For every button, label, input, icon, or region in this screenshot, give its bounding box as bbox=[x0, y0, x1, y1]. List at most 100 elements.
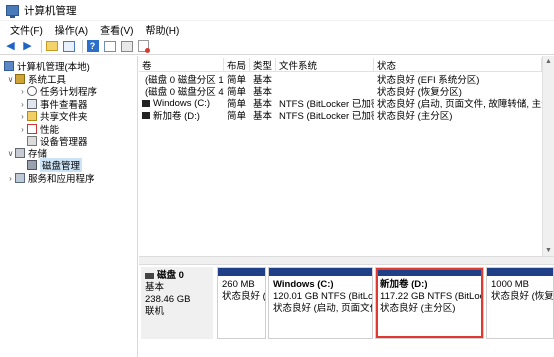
expand-chevron-icon[interactable]: › bbox=[18, 100, 27, 109]
menu-action[interactable]: 操作(A) bbox=[51, 22, 96, 37]
disk-info-panel[interactable]: 磁盘 0 基本 238.46 GB 联机 bbox=[141, 267, 213, 339]
cell-status: 状态良好 (主分区) bbox=[377, 111, 453, 121]
expand-chevron-icon[interactable]: › bbox=[6, 174, 15, 183]
performance-icon bbox=[27, 124, 37, 134]
window-title: 计算机管理 bbox=[24, 4, 77, 17]
cell-layout: 简单 bbox=[227, 99, 247, 109]
shared-folder-icon bbox=[27, 111, 37, 121]
cell-filesystem bbox=[276, 73, 374, 85]
tree-item-root[interactable]: 计算机管理(本地) bbox=[4, 60, 90, 73]
services-icon bbox=[15, 173, 25, 183]
tree-item-shared-folders[interactable]: › 共享文件夹 bbox=[18, 110, 88, 123]
cell-status: 状态良好 (启动, 页面文件, 故障转储, 主分区) bbox=[377, 99, 542, 109]
cell-volume-text: (磁盘 0 磁盘分区 4) bbox=[145, 87, 224, 97]
cell-volume: Windows (C:) bbox=[139, 97, 224, 109]
partition-title: Windows (C:) bbox=[273, 279, 334, 290]
partition-bar bbox=[269, 268, 372, 276]
tree-item-label: 服务和应用程序 bbox=[28, 174, 95, 185]
tree-item-label: 设备管理器 bbox=[40, 137, 88, 148]
volume-table: 卷 布局 类型 文件系统 状态 (磁盘 0 磁盘分区 1) 简单 基本 状态良好… bbox=[139, 56, 542, 256]
partition-windows-c[interactable]: Windows (C:) 120.01 GB NTFS (BitLocke 状态… bbox=[268, 267, 373, 339]
menu-file[interactable]: 文件(F) bbox=[6, 22, 51, 37]
table-row[interactable]: Windows (C:) 简单 基本 NTFS (BitLocker 已加密) … bbox=[139, 97, 542, 109]
tree-item-task-scheduler[interactable]: › 任务计划程序 bbox=[18, 85, 98, 98]
cell-layout: 简单 bbox=[227, 87, 247, 97]
vertical-scrollbar[interactable]: ▲ ▼ bbox=[542, 56, 554, 256]
folder-up-icon[interactable] bbox=[45, 40, 58, 53]
partition-efi[interactable]: 260 MB 状态良好 ( bbox=[217, 267, 266, 339]
collapse-chevron-icon[interactable]: ∨ bbox=[6, 75, 15, 84]
cell-status: 状态良好 (EFI 系统分区) bbox=[377, 75, 480, 85]
cell-volume-text: Windows (C:) bbox=[153, 97, 211, 109]
tree-item-label: 磁盘管理 bbox=[40, 158, 83, 172]
tree-item-label: 任务计划程序 bbox=[40, 87, 98, 98]
cell-status: 状态良好 (恢复分区) bbox=[377, 87, 462, 97]
tools-icon bbox=[15, 74, 25, 84]
table-row[interactable]: (磁盘 0 磁盘分区 1) 简单 基本 状态良好 (EFI 系统分区) bbox=[139, 73, 542, 85]
disk-size: 238.46 GB bbox=[145, 294, 191, 305]
expand-chevron-icon[interactable]: › bbox=[18, 125, 27, 134]
storage-icon bbox=[15, 148, 25, 158]
expand-chevron-icon[interactable]: › bbox=[18, 112, 27, 121]
properties-icon[interactable] bbox=[120, 40, 133, 53]
menu-help[interactable]: 帮助(H) bbox=[141, 22, 187, 37]
console-icon[interactable] bbox=[103, 40, 116, 53]
cell-volume: 新加卷 (D:) bbox=[139, 109, 224, 121]
toolbar-separator bbox=[82, 39, 83, 53]
partition-size: 120.01 GB NTFS (BitLocke bbox=[273, 291, 373, 302]
partition-recovery[interactable]: 1000 MB 状态良好 (恢复 bbox=[486, 267, 554, 339]
pane-splitter[interactable] bbox=[139, 256, 554, 265]
device-manager-icon bbox=[27, 136, 37, 146]
column-header-status[interactable]: 状态 bbox=[374, 58, 542, 72]
cell-filesystem: NTFS (BitLocker 已加密) bbox=[279, 111, 374, 121]
tree-item-disk-management[interactable]: 磁盘管理 bbox=[27, 158, 83, 172]
table-row[interactable]: 新加卷 (D:) 简单 基本 NTFS (BitLocker 已加密) 状态良好… bbox=[139, 109, 542, 121]
back-arrow-icon[interactable]: ◀ bbox=[4, 40, 17, 53]
cell-type: 基本 bbox=[253, 87, 273, 97]
partition-size: 260 MB bbox=[222, 279, 255, 290]
collapse-chevron-icon[interactable]: ∨ bbox=[6, 149, 15, 158]
checklist-icon[interactable] bbox=[137, 40, 150, 53]
volume-icon bbox=[142, 99, 150, 107]
cell-volume-text: 新加卷 (D:) bbox=[153, 111, 200, 121]
partition-status: 状态良好 (启动, 页面文件, bbox=[273, 303, 373, 314]
cell-type: 基本 bbox=[253, 111, 273, 121]
disk-status: 联机 bbox=[145, 306, 165, 317]
selection-outline bbox=[376, 268, 483, 338]
console-tree-icon[interactable] bbox=[62, 40, 75, 53]
title-bar: 计算机管理 bbox=[0, 0, 554, 21]
partition-text: Windows (C:) 120.01 GB NTFS (BitLocke 状态… bbox=[269, 276, 372, 318]
partition-new-volume-d[interactable]: 新加卷 (D:) 117.22 GB NTFS (BitLocke 状态良好 (… bbox=[375, 267, 484, 339]
menu-view[interactable]: 查看(V) bbox=[96, 22, 141, 37]
content-pane: 卷 布局 类型 文件系统 状态 (磁盘 0 磁盘分区 1) 简单 基本 状态良好… bbox=[139, 56, 554, 357]
partition-text: 260 MB 状态良好 ( bbox=[218, 276, 265, 306]
computer-management-icon bbox=[6, 4, 19, 18]
table-row[interactable]: (磁盘 0 磁盘分区 4) 简单 基本 状态良好 (恢复分区) bbox=[139, 85, 542, 97]
disk-icon bbox=[145, 273, 154, 279]
column-header-volume[interactable]: 卷 bbox=[139, 58, 224, 72]
disk-management-icon bbox=[27, 160, 37, 170]
toolbar-separator bbox=[41, 39, 42, 53]
scroll-up-icon[interactable]: ▲ bbox=[545, 58, 552, 65]
navigation-tree: 计算机管理(本地) ∨ 系统工具 › 任务计划程序 › 事件查看器 › 共享文件… bbox=[0, 56, 138, 357]
cell-filesystem: NTFS (BitLocker 已加密) bbox=[279, 99, 374, 109]
partition-status: 状态良好 ( bbox=[222, 291, 266, 302]
cell-volume: (磁盘 0 磁盘分区 1) bbox=[139, 73, 224, 85]
disk-kind: 基本 bbox=[145, 282, 165, 293]
toolbar: ◀ ▶ ? bbox=[0, 38, 554, 55]
expand-chevron-icon[interactable]: › bbox=[18, 87, 27, 96]
partition-bar bbox=[218, 268, 265, 276]
help-icon[interactable]: ? bbox=[86, 40, 99, 53]
tree-item-label: 共享文件夹 bbox=[40, 112, 88, 123]
clock-icon bbox=[27, 86, 37, 96]
column-header-type[interactable]: 类型 bbox=[250, 58, 276, 72]
scroll-down-icon[interactable]: ▼ bbox=[545, 247, 552, 254]
forward-arrow-icon[interactable]: ▶ bbox=[21, 40, 34, 53]
partition-status: 状态良好 (恢复 bbox=[491, 291, 554, 302]
column-header-filesystem[interactable]: 文件系统 bbox=[276, 58, 374, 72]
partition-text: 1000 MB 状态良好 (恢复 bbox=[487, 276, 553, 306]
disk-map-area: 磁盘 0 基本 238.46 GB 联机 260 MB 状态良好 ( Windo… bbox=[139, 265, 554, 357]
column-header-layout[interactable]: 布局 bbox=[224, 58, 250, 72]
tree-item-services[interactable]: › 服务和应用程序 bbox=[6, 172, 95, 185]
partition-bar bbox=[487, 268, 553, 276]
